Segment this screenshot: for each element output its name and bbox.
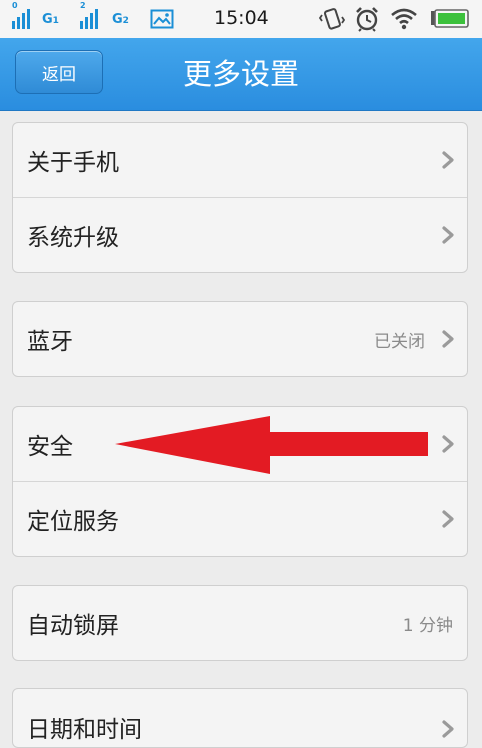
list-item-about-phone[interactable]: 关于手机 bbox=[13, 123, 467, 197]
row-value: 已关闭 bbox=[374, 331, 425, 352]
chevron-right-icon bbox=[442, 151, 454, 169]
image-icon bbox=[150, 9, 174, 33]
row-label: 系统升级 bbox=[27, 225, 119, 251]
chevron-right-icon bbox=[442, 510, 454, 528]
chevron-right-icon bbox=[442, 226, 454, 244]
row-value: 1 分钟 bbox=[402, 615, 453, 636]
signal-icon: 0 bbox=[12, 1, 30, 29]
row-label: 安全 bbox=[27, 434, 73, 460]
back-button[interactable]: 返回 bbox=[15, 50, 103, 94]
status-bar: 0 G1 2 G2 15:04 bbox=[0, 0, 482, 38]
settings-group: 安全 定位服务 bbox=[12, 406, 468, 557]
row-label: 日期和时间 bbox=[27, 717, 142, 743]
battery-icon bbox=[430, 9, 470, 33]
list-item-security[interactable]: 安全 bbox=[13, 407, 467, 481]
list-item-bluetooth[interactable]: 蓝牙 已关闭 bbox=[13, 302, 467, 376]
settings-group: 蓝牙 已关闭 bbox=[12, 301, 468, 377]
chevron-right-icon bbox=[442, 435, 454, 453]
row-label: 蓝牙 bbox=[27, 329, 73, 355]
vibrate-icon bbox=[318, 6, 346, 36]
row-label: 关于手机 bbox=[27, 150, 119, 176]
settings-group: 自动锁屏 1 分钟 bbox=[12, 585, 468, 661]
list-item-date-time[interactable]: 日期和时间 bbox=[13, 689, 467, 747]
sim2-label: G2 bbox=[112, 12, 129, 27]
chevron-right-icon bbox=[442, 330, 454, 348]
alarm-icon bbox=[354, 6, 380, 36]
title-bar: 返回 更多设置 bbox=[0, 38, 482, 111]
list-item-location-service[interactable]: 定位服务 bbox=[13, 481, 467, 556]
list-item-auto-lock[interactable]: 自动锁屏 1 分钟 bbox=[13, 586, 467, 660]
row-label: 定位服务 bbox=[27, 509, 119, 535]
signal-icon: 2 bbox=[80, 1, 98, 29]
status-time: 15:04 bbox=[214, 7, 269, 29]
wifi-icon bbox=[390, 6, 418, 34]
chevron-right-icon bbox=[442, 720, 454, 738]
page-title: 更多设置 bbox=[182, 57, 299, 91]
row-label: 自动锁屏 bbox=[27, 613, 119, 639]
sim1-label: G1 bbox=[42, 12, 59, 27]
settings-group: 日期和时间 bbox=[12, 688, 468, 748]
settings-group: 关于手机 系统升级 bbox=[12, 122, 468, 273]
list-item-system-upgrade[interactable]: 系统升级 bbox=[13, 197, 467, 272]
